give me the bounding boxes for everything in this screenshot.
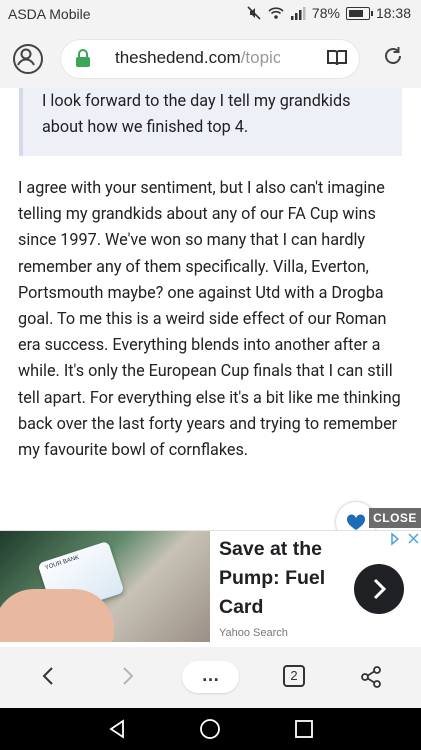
forward-icon[interactable] [116, 665, 138, 687]
ad-image[interactable]: YOUR BANK [0, 531, 210, 642]
menu-button[interactable]: … [182, 661, 239, 693]
reload-icon[interactable] [381, 44, 405, 68]
signal-icon [290, 6, 306, 20]
post-body: I agree with your sentiment, but I also … [18, 178, 401, 460]
mute-icon [246, 5, 262, 21]
card-brand-text: YOUR BANK [44, 554, 80, 572]
wifi-icon [268, 6, 284, 20]
url-domain: theshedend.com [115, 48, 241, 67]
battery-percent: 78% [311, 5, 340, 21]
share-icon[interactable] [359, 665, 383, 689]
status-icons: 78% 18:38 [246, 5, 411, 21]
url-text[interactable]: theshedend.com/topic/ [115, 48, 280, 68]
quote-text: I look forward to the day I tell my gran… [42, 91, 351, 136]
nav-back-icon[interactable] [106, 718, 128, 740]
browser-top-bar: theshedend.com/topic/ [0, 30, 421, 88]
status-bar: ASDA Mobile 78% 18:38 [0, 0, 421, 30]
carrier-name: ASDA Mobile [8, 6, 91, 22]
reader-mode-icon[interactable] [326, 48, 348, 68]
ad-source: Yahoo Search [219, 627, 288, 639]
ad-close-button[interactable]: CLOSE [369, 508, 421, 528]
address-bar[interactable]: theshedend.com/topic/ [60, 39, 360, 79]
ad-headline[interactable]: Save at the Pump: Fuel Card [219, 535, 349, 622]
advertisement-banner[interactable]: YOUR BANK Save at the Pump: Fuel Card Ya… [0, 530, 421, 649]
battery-icon [345, 6, 373, 20]
ad-choices-icon[interactable] [387, 531, 421, 547]
tabs-count-button[interactable]: 2 [283, 665, 305, 687]
url-path: /topic/ [240, 48, 280, 67]
back-icon[interactable] [38, 665, 60, 687]
clock: 18:38 [375, 5, 411, 21]
page-content: I look forward to the day I tell my gran… [0, 88, 421, 530]
system-nav-bar [0, 708, 421, 750]
browser-bottom-toolbar: … 2 [0, 647, 421, 708]
hand-graphic [0, 589, 114, 642]
profile-icon[interactable] [13, 44, 43, 74]
nav-recents-icon[interactable] [293, 718, 315, 740]
quote-block: I look forward to the day I tell my gran… [19, 88, 402, 156]
ad-arrow-button[interactable] [354, 564, 404, 614]
nav-home-icon[interactable] [199, 718, 221, 740]
lock-icon [76, 49, 90, 67]
